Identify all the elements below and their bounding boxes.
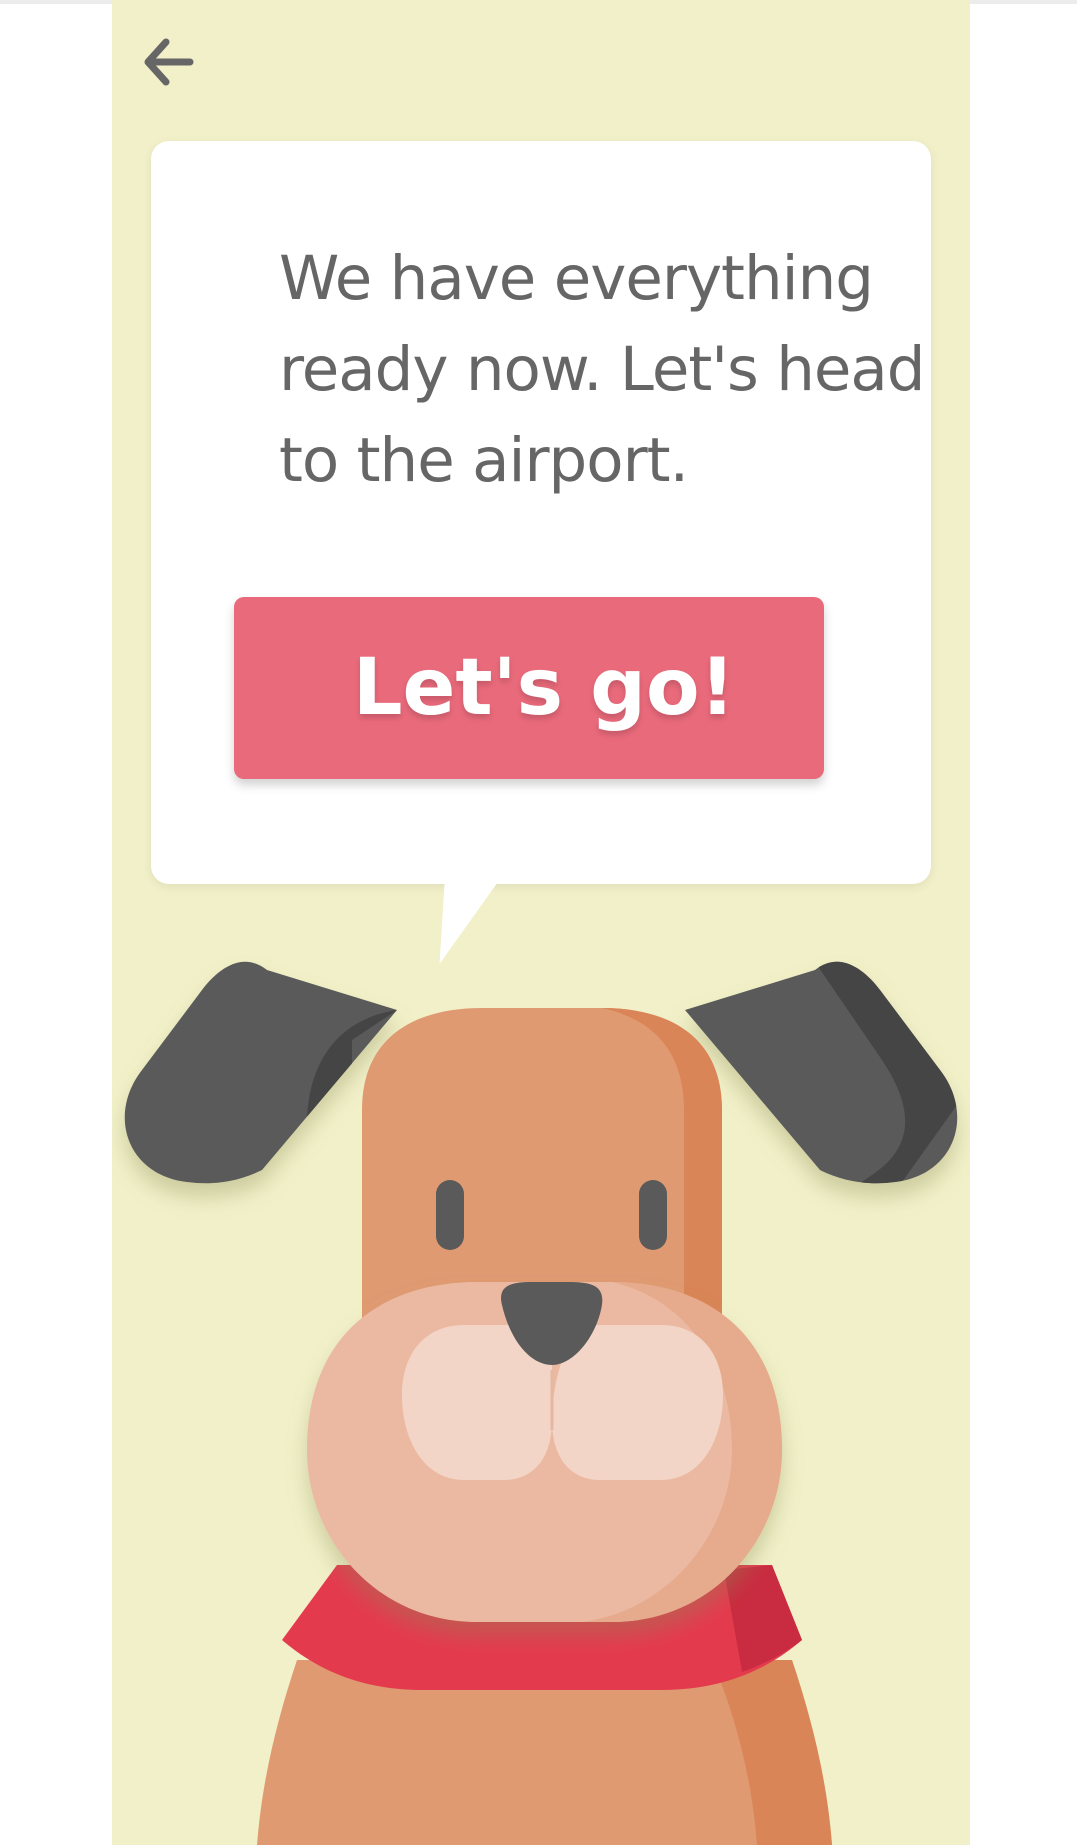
arrow-left-icon bbox=[144, 38, 194, 86]
back-button[interactable] bbox=[136, 30, 200, 94]
dog-icon bbox=[124, 961, 958, 1845]
dog-right-ear bbox=[685, 961, 958, 1184]
app-screen: We have everything ready now. Let's head… bbox=[112, 0, 970, 1845]
lets-go-button[interactable]: Let's go! bbox=[234, 597, 824, 779]
dog-left-ear bbox=[124, 961, 398, 1184]
message-text: We have everything ready now. Let's head… bbox=[279, 243, 926, 496]
